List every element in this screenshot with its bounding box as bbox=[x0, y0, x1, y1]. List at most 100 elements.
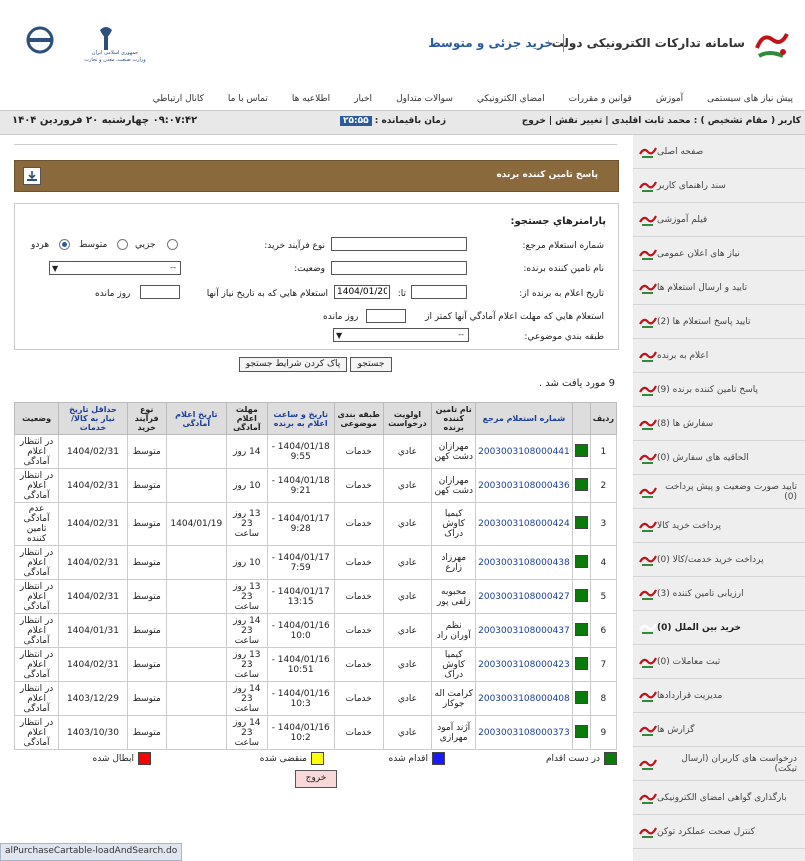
sidebar-item[interactable]: نیاز های اعلان عمومی bbox=[633, 237, 805, 271]
ref-number-link[interactable]: 2003003108000437 bbox=[478, 626, 570, 636]
nav-item[interactable]: امضاي الكترونيكي bbox=[465, 94, 557, 104]
table-row[interactable]: 3 2003003108000424 کیمیا کاوش دراک عادي خدما… bbox=[13, 502, 618, 546]
status-indicator bbox=[574, 656, 588, 670]
sidebar-item[interactable]: اعلام به برنده bbox=[633, 339, 805, 373]
ref-number-cell: 2003003108000423 bbox=[475, 647, 573, 682]
table-row[interactable]: 1 2003003108000441 مهرازان دشت کهن عادي خدما… bbox=[13, 434, 618, 469]
ref-number-link[interactable]: 2003003108000441 bbox=[478, 447, 570, 457]
sidebar-item[interactable]: ارزیابی تامین کننده (3) bbox=[633, 577, 805, 611]
sidebar-item[interactable]: مدیریت قراردادها bbox=[633, 679, 805, 713]
search-button[interactable]: جستجو bbox=[350, 357, 392, 372]
ref-number-link[interactable]: 2003003108000438 bbox=[478, 558, 570, 568]
table-row[interactable]: 5 2003003108000427 محبوبه زلفی پور عادي خدما… bbox=[13, 579, 618, 614]
download-icon bbox=[27, 171, 37, 181]
session-time: زمان باقیمانده : ۲۵:۵۵ bbox=[340, 116, 446, 126]
column-header[interactable]: تاريخ و ساعت اعلام به برنده bbox=[266, 402, 335, 435]
status-label: وضعيت: bbox=[294, 264, 325, 274]
nav-item[interactable]: اطلاعیه ها bbox=[280, 94, 342, 104]
logout-link[interactable]: خروج bbox=[522, 116, 546, 126]
download-button[interactable] bbox=[23, 167, 41, 185]
sidebar-item[interactable]: خرید بین الملل (0) bbox=[633, 611, 805, 645]
site-logo[interactable] bbox=[753, 26, 791, 64]
nav-item[interactable]: آموزش bbox=[644, 94, 695, 104]
main-divider bbox=[14, 144, 617, 145]
priority-cell: عادي bbox=[382, 681, 433, 716]
ref-number-link[interactable]: 2003003108000436 bbox=[478, 481, 570, 491]
category-select[interactable]: ▼ -- bbox=[333, 328, 469, 342]
nav-item[interactable]: كانال ارتباطي bbox=[141, 94, 216, 104]
column-header[interactable]: شماره استعلام مرجع bbox=[475, 402, 573, 435]
deadline-days-input[interactable] bbox=[366, 309, 406, 323]
ref-number-label: شماره استعلام مرجع: bbox=[522, 241, 604, 251]
sidebar-item[interactable]: سفارش ها (8) bbox=[633, 407, 805, 441]
ref-number-input[interactable] bbox=[331, 237, 467, 251]
days-left-label: روز مانده bbox=[95, 289, 131, 299]
legend-cancelled: ابطال شده bbox=[92, 752, 151, 765]
sidebar-item[interactable]: تایید و ارسال استعلام ها bbox=[633, 271, 805, 305]
sidebar-item[interactable]: پرداخت خرید کالا bbox=[633, 509, 805, 543]
sidebar-item[interactable]: درخواست های کاربران (ارسال تیکت) bbox=[633, 747, 805, 781]
need-days-input[interactable] bbox=[140, 285, 180, 299]
radio-small[interactable] bbox=[167, 239, 178, 250]
sidebar-item[interactable]: گزارش ها bbox=[633, 713, 805, 747]
sidebar-item[interactable]: ثبت معاملات (0) bbox=[633, 645, 805, 679]
sidebar-item[interactable]: تایید پاسخ استعلام ها (2) bbox=[633, 305, 805, 339]
table-row[interactable]: 7 2003003108000423 کیمیا کاوش دراک عادي خدما… bbox=[13, 647, 618, 682]
menu-logo-icon bbox=[639, 588, 657, 600]
nav-item[interactable]: سوالات متداول bbox=[384, 94, 465, 104]
ref-number-link[interactable]: 2003003108000424 bbox=[478, 519, 570, 529]
table-row[interactable]: 6 2003003108000437 نظم آوران راد عادي خدمات 1… bbox=[13, 613, 618, 648]
priority-cell: عادي bbox=[382, 715, 433, 750]
sidebar-item[interactable]: فیلم آموزشی bbox=[633, 203, 805, 237]
nav-item[interactable]: پیش نیاز های سیستمی bbox=[695, 94, 805, 104]
radio-medium[interactable] bbox=[117, 239, 128, 250]
column-header[interactable]: حداقل تاريخ نياز به كالا/خدمات bbox=[58, 402, 128, 435]
date-to-input[interactable] bbox=[334, 285, 390, 299]
ref-number-link[interactable]: 2003003108000373 bbox=[478, 728, 570, 738]
nav-item[interactable]: قوانين و مقررات bbox=[557, 94, 644, 104]
sidebar-item[interactable]: پاسخ تامین کننده برنده (9) bbox=[633, 373, 805, 407]
column-header[interactable]: تاریخ اعلام آمادگی bbox=[165, 402, 228, 435]
ref-number-link[interactable]: 2003003108000423 bbox=[478, 660, 570, 670]
radio-both[interactable] bbox=[59, 239, 70, 250]
clear-search-button[interactable]: پاک کردن شرايط جستجو bbox=[239, 357, 347, 372]
status-cell bbox=[571, 715, 591, 750]
exit-button[interactable]: خروج bbox=[295, 770, 337, 788]
ref-number-link[interactable]: 2003003108000427 bbox=[478, 592, 570, 602]
change-role-link[interactable]: تغییر نقش bbox=[555, 116, 602, 126]
status-indicator bbox=[574, 554, 588, 568]
sidebar-item[interactable]: بارگذاری گواهی امضای الکترونیکی bbox=[633, 781, 805, 815]
menu-logo-icon bbox=[639, 180, 657, 192]
table-row[interactable]: 9 2003003108000373 آژند آمود مهرازی عادي خدم… bbox=[13, 715, 618, 750]
sidebar-item[interactable]: پرداخت خرید خدمت/کالا (0) bbox=[633, 543, 805, 577]
n-cell: 9 bbox=[589, 715, 618, 750]
ref-number-cell: 2003003108000437 bbox=[475, 613, 573, 648]
nav-item[interactable]: اخبار bbox=[342, 94, 384, 104]
nav-item[interactable]: تماس با ما bbox=[216, 94, 280, 104]
menu-logo-icon bbox=[639, 214, 657, 226]
radio-medium-label: متوسط bbox=[79, 240, 108, 250]
user-label: کاربر ( مقام تشخیص ) : محمد ثابت اقلیدی bbox=[611, 116, 801, 126]
sidebar-item[interactable]: سند راهنمای کاربر bbox=[633, 169, 805, 203]
table-row[interactable]: 8 2003003108000408 کرامت اله جوکار عادي خدما… bbox=[13, 681, 618, 716]
ref-number-link[interactable]: 2003003108000408 bbox=[478, 694, 570, 704]
sidebar-item[interactable]: الحاقیه های سفارش (0) bbox=[633, 441, 805, 475]
time-label: زمان باقیمانده : bbox=[374, 116, 447, 126]
legend-done: اقدام شده bbox=[389, 752, 445, 765]
date-from-input[interactable] bbox=[411, 285, 467, 299]
sidebar-item[interactable]: کنترل صحت عملکرد توکن bbox=[633, 815, 805, 849]
date-to-label: تا: bbox=[397, 289, 406, 299]
ref-number-cell: 2003003108000408 bbox=[475, 681, 573, 716]
menu-logo-icon bbox=[639, 622, 657, 634]
supplier-input[interactable] bbox=[331, 261, 467, 275]
sidebar-item[interactable]: تایید صورت وضعیت و پیش پرداخت (0) bbox=[633, 475, 805, 509]
table-row[interactable]: 4 2003003108000438 مهرزاد زارع عادي خدمات 140… bbox=[13, 545, 618, 580]
status-cell: در انتظار اعلام آمادگی bbox=[13, 579, 60, 614]
sidebar-item[interactable]: صفحه اصلی bbox=[633, 135, 805, 169]
status-select[interactable]: ▼ -- bbox=[49, 261, 181, 275]
supplier-cell: کیمیا کاوش دراک bbox=[431, 502, 477, 546]
column-header: وضعيت bbox=[13, 402, 60, 435]
deadline-cell: 10 روز bbox=[226, 468, 268, 503]
table-row[interactable]: 2 2003003108000436 مهرازان دشت کهن عادي خدما… bbox=[13, 468, 618, 503]
column-header: اولويت درخواست bbox=[382, 402, 433, 435]
